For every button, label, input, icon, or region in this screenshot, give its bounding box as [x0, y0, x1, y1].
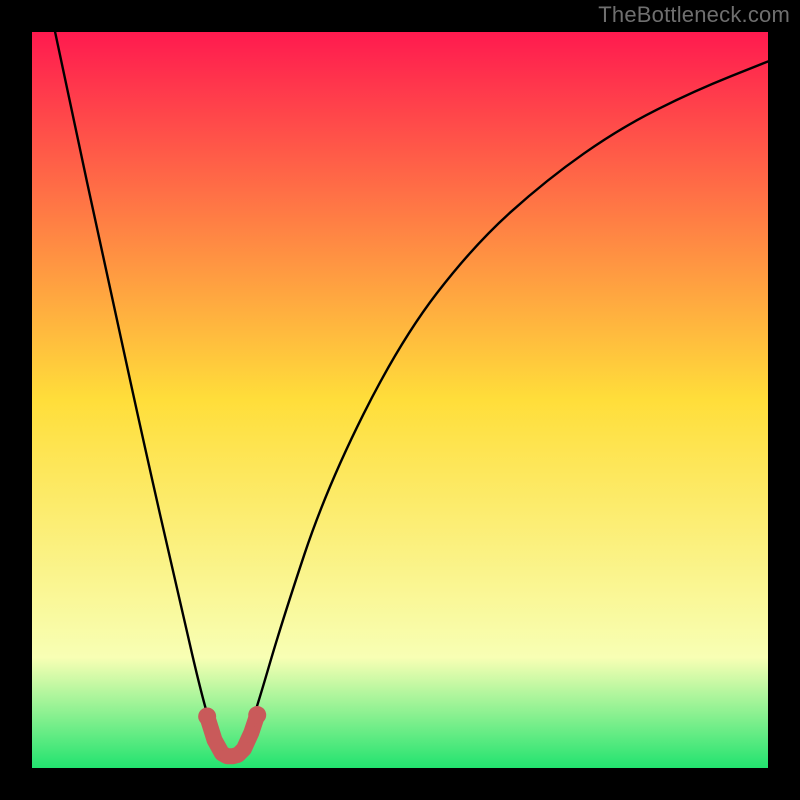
gradient-background — [32, 32, 768, 768]
optimal-point — [237, 742, 251, 756]
optimal-point — [198, 707, 216, 725]
optimal-point — [244, 726, 258, 740]
chart-svg — [32, 32, 768, 768]
plot-area — [32, 32, 768, 768]
optimal-point — [248, 706, 266, 724]
watermark-text: TheBottleneck.com — [598, 2, 790, 28]
chart-frame: TheBottleneck.com — [0, 0, 800, 800]
optimal-point — [208, 733, 222, 747]
